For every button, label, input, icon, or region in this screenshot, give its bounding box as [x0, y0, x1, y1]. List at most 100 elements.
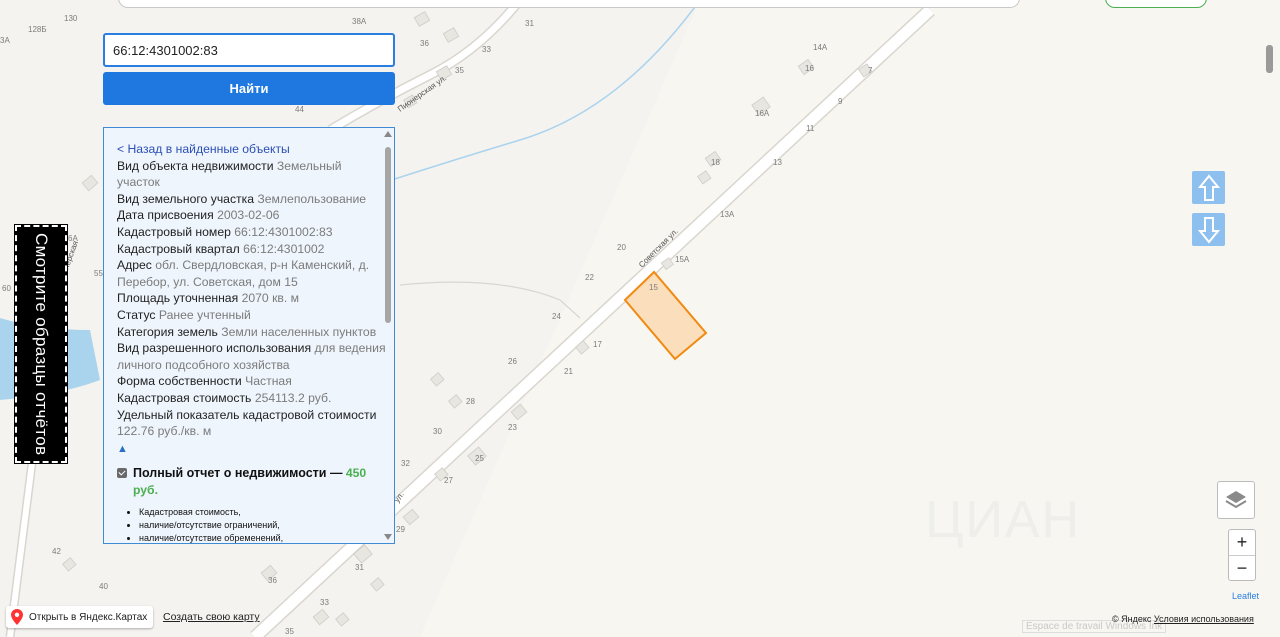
row-label: Категория земель [117, 324, 218, 339]
info-row: Категория земель Земли населенных пункто… [117, 324, 387, 341]
browser-address-bar-edge [118, 0, 1020, 8]
house-number: 128Б [28, 25, 47, 34]
row-value: 254113.2 руб. [254, 390, 332, 405]
layers-button[interactable] [1217, 481, 1255, 519]
find-button[interactable]: Найти [103, 72, 395, 105]
sample-reports-banner[interactable]: Смотрите образцы отчётов [14, 224, 68, 464]
arrow-up-icon [1197, 173, 1220, 201]
page-scrollbar[interactable] [1266, 45, 1273, 73]
report-title: Полный отчет о недвижимости — [133, 466, 343, 481]
row-value: 122.76 руб./кв. м [117, 424, 212, 439]
collapse-up-icon[interactable]: ▲ [117, 441, 387, 458]
house-number: 35 [285, 627, 294, 636]
row-label: Адрес [117, 258, 152, 273]
copyright-text: © Яндекс [1112, 614, 1152, 624]
arrow-down-icon [1197, 216, 1220, 244]
house-number: 20 [617, 243, 626, 252]
house-number: 23 [508, 423, 517, 432]
row-label: Статус [117, 307, 156, 322]
house-number: 33 [320, 598, 329, 607]
full-report-option[interactable]: Полный отчет о недвижимости — 450 руб. [117, 465, 387, 498]
zoom-in-button[interactable]: + [1229, 530, 1255, 556]
house-number: 15А [675, 255, 690, 264]
list-item: Кадастровая стоимость, [139, 506, 387, 519]
house-number: 36 [268, 576, 277, 585]
house-number: 17 [593, 340, 602, 349]
house-number: 30 [433, 427, 442, 436]
list-item: наличие/отсутствие обременений, [139, 532, 387, 543]
row-value: Земли населенных пунктов [221, 324, 377, 339]
info-content: < Назад в найденные объекты Вид объекта … [104, 128, 387, 543]
house-number: 9 [838, 97, 843, 106]
row-value: 2070 кв. м [241, 291, 300, 306]
info-row: Вид объекта недвижимости Земельный участ… [117, 158, 387, 191]
back-to-results-link[interactable]: < Назад в найденные объекты [117, 141, 387, 158]
row-value: обл. Свердловская, р-н Каменский, д. Пер… [117, 258, 370, 289]
row-label: Вид разрешенного использования [117, 341, 312, 356]
scroll-thumb[interactable] [385, 147, 391, 323]
terms-link[interactable]: Условия использования [1154, 614, 1254, 624]
house-number: 24 [552, 312, 561, 321]
info-row: Вид разрешенного использования для веден… [117, 340, 387, 373]
browser-button-edge [1105, 0, 1207, 8]
zoom-out-button[interactable]: − [1229, 556, 1255, 581]
house-number: 25 [475, 454, 484, 463]
info-row: Кадастровый квартал 66:12:4301002 [117, 241, 387, 258]
scroll-up-icon[interactable] [384, 131, 392, 137]
scroll-up-arrow-button[interactable] [1192, 171, 1225, 204]
house-number: 33 [482, 45, 491, 54]
house-number: 60 [2, 284, 11, 293]
row-label: Удельный показатель кадастровой стоимост… [117, 407, 377, 422]
map-pin-icon [11, 609, 23, 625]
report-features-list: Кадастровая стоимость, наличие/отсутстви… [117, 506, 387, 543]
house-number: 35 [455, 66, 464, 75]
house-number: 26 [508, 357, 517, 366]
row-label: Кадастровый квартал [117, 241, 240, 256]
layers-icon [1225, 491, 1247, 509]
row-value: 66:12:4301002 [243, 241, 325, 256]
info-row: Кадастровая стоимость 254113.2 руб. [117, 390, 387, 407]
house-number: 44 [295, 105, 304, 114]
house-number: 21 [564, 367, 573, 376]
cadastral-search-input[interactable] [103, 33, 395, 67]
info-row: Вид земельного участка Землепользование [117, 191, 387, 208]
report-checkbox[interactable] [117, 468, 127, 479]
zoom-control: + − [1228, 529, 1256, 581]
row-label: Вид объекта недвижимости [117, 158, 274, 173]
house-number: 15 [649, 283, 658, 292]
create-map-link[interactable]: Создать свою карту [163, 611, 260, 623]
panel-scrollbar[interactable] [384, 131, 392, 540]
house-number: 40 [99, 582, 108, 591]
house-number: 14А [813, 43, 828, 52]
house-number: 36 [420, 39, 429, 48]
house-number: 3А [0, 36, 10, 45]
house-number: 6А [68, 234, 78, 243]
open-in-yandex-maps-button[interactable]: Открыть в Яндекс.Картах [6, 606, 154, 628]
house-number: 13А [720, 210, 735, 219]
banner-text: Смотрите образцы отчётов [32, 232, 51, 456]
house-number: 16А [755, 109, 770, 118]
row-label: Дата присвоения [117, 208, 214, 223]
row-value: 2003-02-06 [217, 208, 280, 223]
info-row: Дата присвоения 2003-02-06 [117, 207, 387, 224]
house-number: 13 [773, 158, 782, 167]
info-row: Кадастровый номер 66:12:4301002:83 [117, 224, 387, 241]
house-number: 11 [806, 124, 815, 133]
info-row: Статус Ранее учтенный [117, 307, 387, 324]
scroll-down-arrow-button[interactable] [1192, 213, 1225, 246]
row-label: Вид земельного участка [117, 191, 255, 206]
row-value: Частная [245, 374, 292, 389]
row-label: Площадь уточненная [117, 291, 239, 306]
house-number: 31 [525, 19, 534, 28]
copyright: © Яндекс Условия использования [1112, 614, 1254, 624]
house-number: 18 [711, 158, 720, 167]
scroll-down-icon[interactable] [384, 534, 392, 540]
leaflet-link[interactable]: Leaflet [1232, 591, 1259, 601]
house-number: 130 [64, 14, 78, 23]
house-number: 27 [444, 476, 453, 485]
info-panel[interactable]: < Назад в найденные объекты Вид объекта … [103, 127, 395, 544]
info-row: Удельный показатель кадастровой стоимост… [117, 407, 387, 440]
open-in-yandex-label: Открыть в Яндекс.Картах [29, 611, 148, 623]
row-value: 66:12:4301002:83 [234, 224, 333, 239]
row-label: Кадастровая стоимость [117, 390, 252, 405]
